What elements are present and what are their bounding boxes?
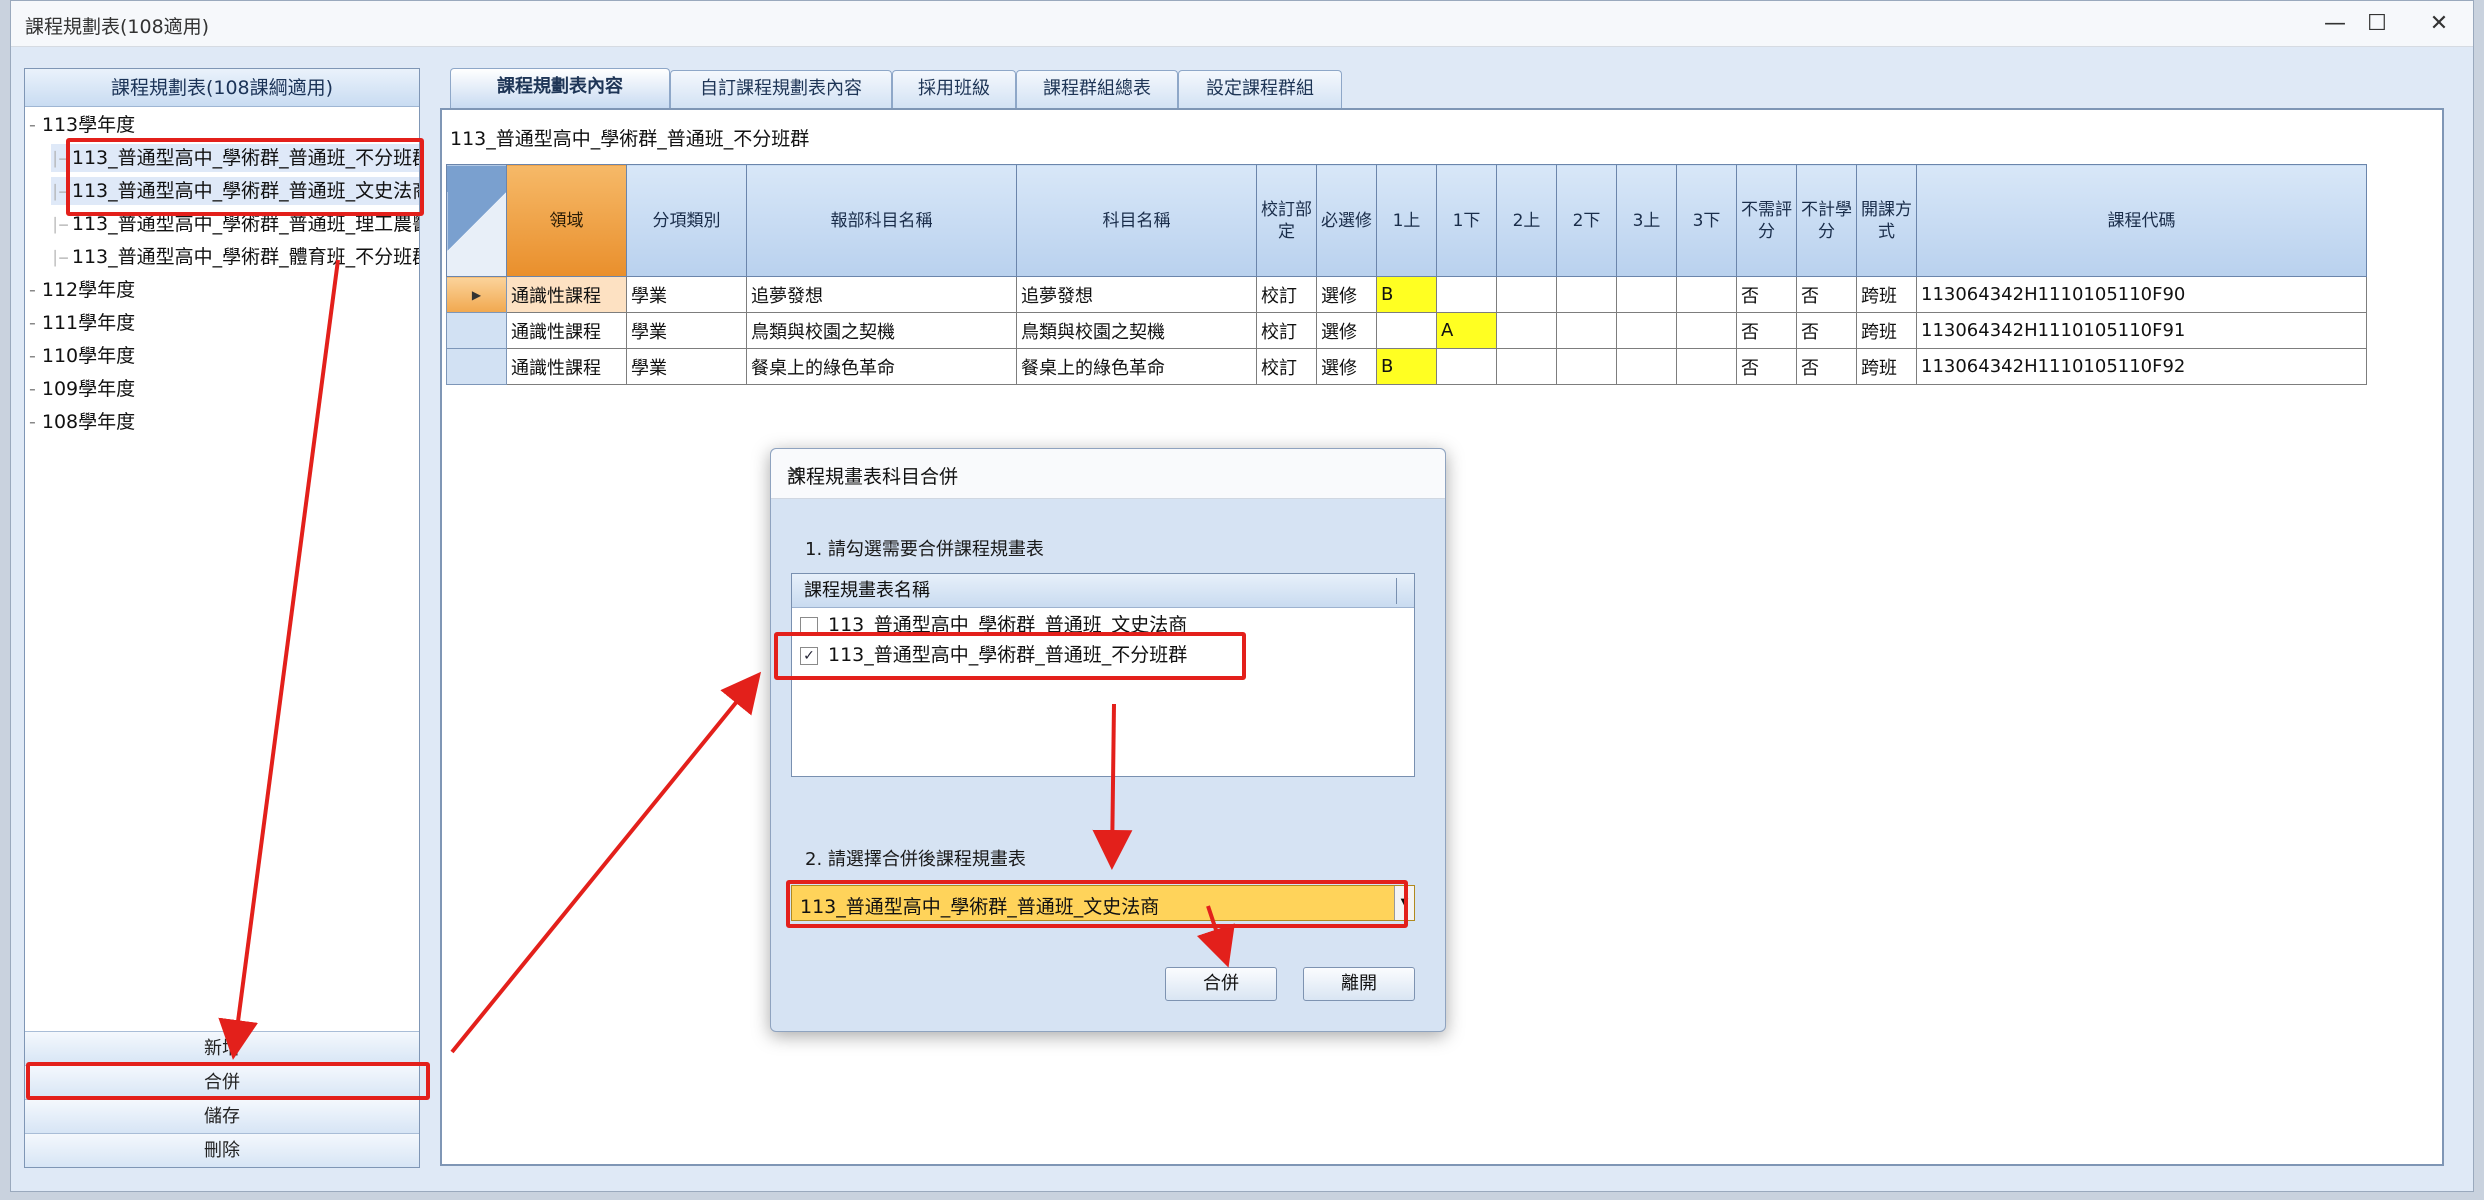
arrow-select-to-merge xyxy=(1196,905,1235,968)
arrow-tree-to-merge xyxy=(218,259,340,1060)
arrow-check-to-select xyxy=(1092,703,1133,870)
arrow-merge-to-dialog xyxy=(450,671,762,1054)
annotation-arrows xyxy=(218,259,1235,1060)
